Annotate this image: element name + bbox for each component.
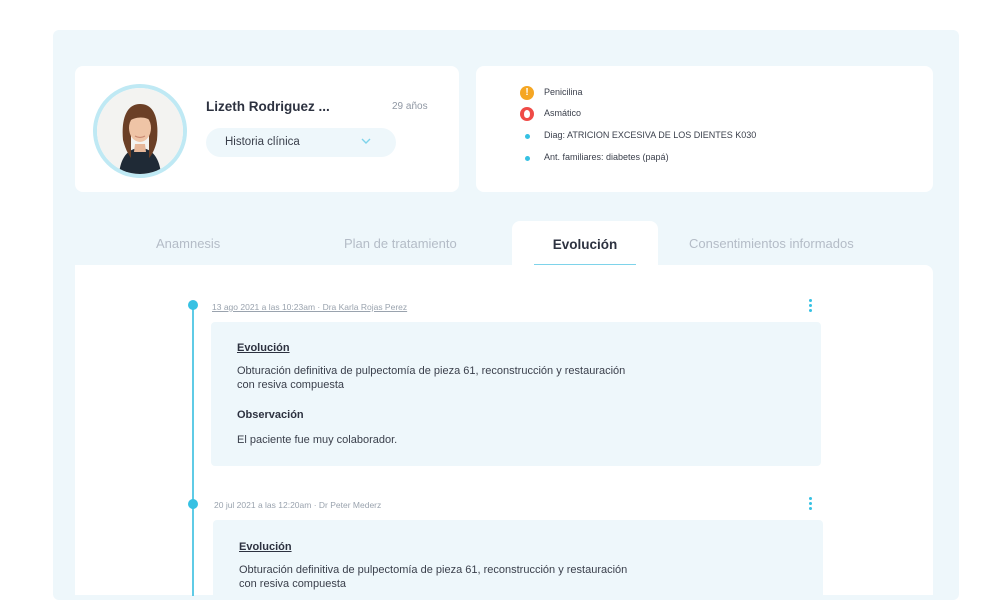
- warning-icon: !: [520, 86, 534, 100]
- alert-text: Asmático: [544, 108, 582, 118]
- tab-evolution[interactable]: Evolución: [512, 221, 658, 271]
- entry-meta-link[interactable]: 20 jul 2021 a las 12:20am · Dr Peter Med…: [214, 500, 381, 510]
- timeline-dot: [188, 499, 198, 509]
- timeline-line: [192, 306, 194, 596]
- bullet-dot-icon: [525, 156, 530, 161]
- more-options-icon[interactable]: [807, 299, 813, 315]
- alert-text: Ant. familiares: diabetes (papá): [544, 152, 669, 162]
- alert-text: Diag: ATRICION EXCESIVA DE LOS DIENTES K…: [544, 130, 757, 140]
- avatar-photo-icon: [97, 88, 183, 174]
- allergy-drop-icon: [520, 107, 534, 121]
- bullet-dot-icon: [525, 134, 530, 139]
- more-options-icon[interactable]: [807, 497, 813, 513]
- evolution-heading: Evolución: [237, 342, 290, 354]
- patient-name: Lizeth Rodriguez ...: [206, 99, 330, 114]
- medical-alerts-card: [476, 66, 933, 192]
- entry-meta-link[interactable]: 13 ago 2021 a las 10:23am · Dra Karla Ro…: [212, 302, 407, 312]
- record-type-dropdown[interactable]: Historia clínica: [206, 128, 396, 157]
- alert-text: Penicilina: [544, 87, 583, 97]
- avatar[interactable]: [93, 84, 187, 178]
- tab-treatment-plan[interactable]: Plan de tratamiento: [344, 236, 457, 251]
- evolution-text: Obturación definitiva de pulpectomía de …: [237, 365, 626, 391]
- record-type-dropdown-label: Historia clínica: [225, 136, 300, 148]
- observation-heading: Observación: [237, 409, 304, 421]
- evolution-text: Obturación definitiva de pulpectomía de …: [239, 564, 628, 590]
- tab-anamnesis[interactable]: Anamnesis: [156, 236, 220, 251]
- tab-evolution-label: Evolución: [552, 237, 618, 252]
- observation-text: El paciente fue muy colaborador.: [237, 434, 398, 446]
- patient-age: 29 años: [392, 101, 428, 112]
- tab-informed-consents[interactable]: Consentimientos informados: [689, 236, 854, 251]
- timeline-dot: [188, 300, 198, 310]
- chevron-down-icon: [361, 138, 371, 144]
- evolution-heading: Evolución: [239, 541, 292, 553]
